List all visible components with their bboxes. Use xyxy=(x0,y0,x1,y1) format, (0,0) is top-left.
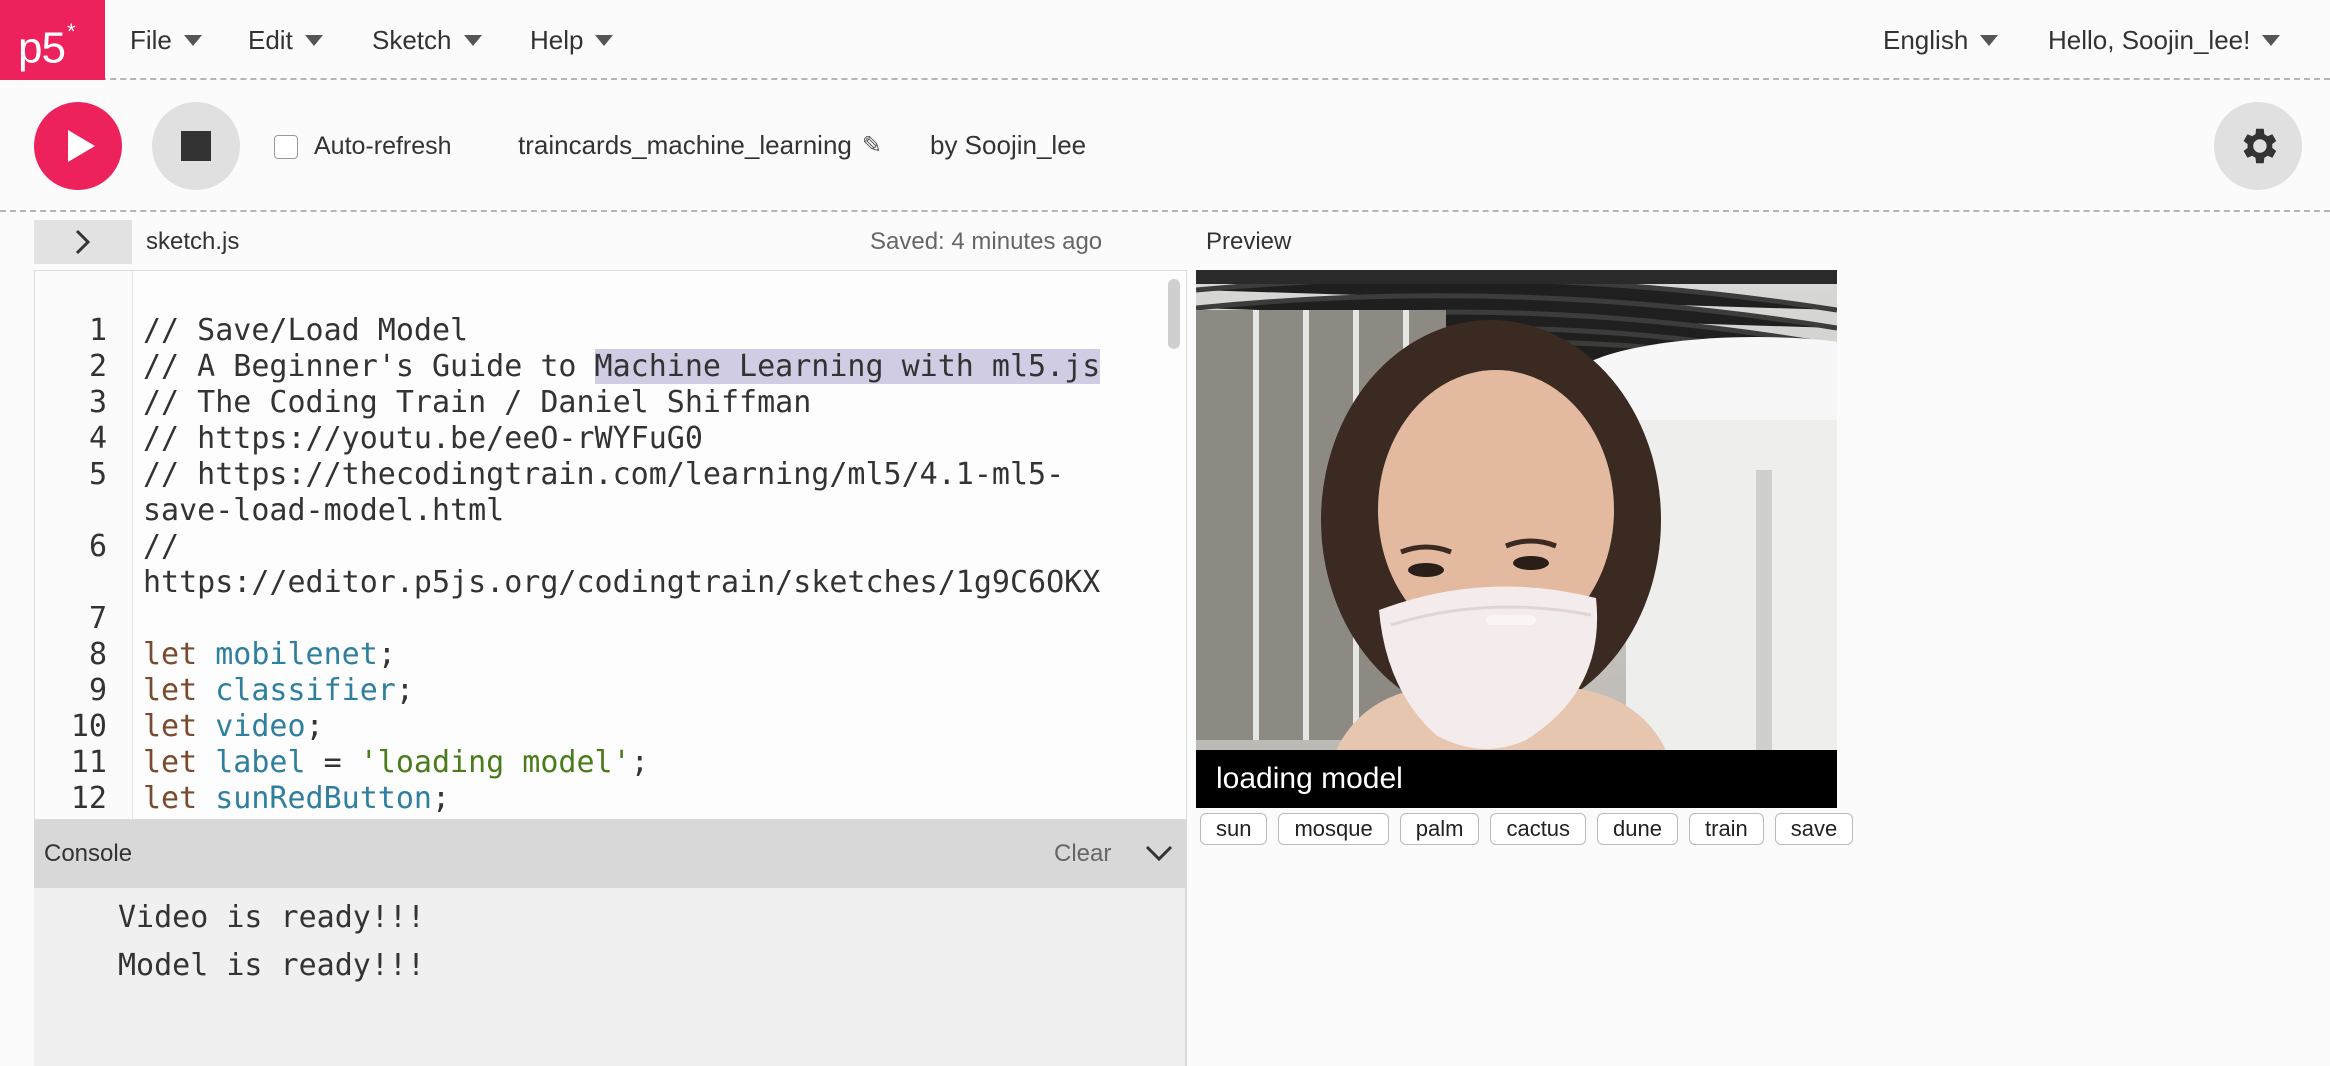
code-line: 8 let mobilenet; xyxy=(35,637,1186,673)
code-line: https://editor.p5js.org/codingtrain/sket… xyxy=(35,565,1186,601)
code-line: 1 // Save/Load Model xyxy=(35,313,1186,349)
caret-down-icon xyxy=(463,34,482,46)
code-line: 2 // A Beginner's Guide to Machine Learni… xyxy=(35,349,1186,385)
preview-title: Preview xyxy=(1206,228,1292,255)
caret-down-icon xyxy=(304,34,323,46)
line-code: let classifier; xyxy=(143,673,414,708)
code-line: 10 let video; xyxy=(35,709,1186,745)
sidebar-toggle-button[interactable] xyxy=(34,220,132,264)
console-message: Video is ready!!! xyxy=(118,900,426,935)
menu-sketch[interactable]: Sketch xyxy=(372,0,482,80)
webcam-video xyxy=(1196,270,1837,750)
code-line: save-load-model.html xyxy=(35,493,1186,529)
line-code: let sunRedButton; xyxy=(143,781,451,816)
line-code: save-load-model.html xyxy=(143,493,505,528)
code-line: 4 // https://youtu.be/eeO-rWYFuG0 xyxy=(35,421,1186,457)
webcam-image xyxy=(1196,270,1837,750)
dune-button[interactable]: dune xyxy=(1597,813,1678,845)
user-menu[interactable]: Hello, Soojin_lee! xyxy=(2048,0,2281,80)
code-line: 7 xyxy=(35,601,1186,637)
code-line: 11 let label = 'loading model'; xyxy=(35,745,1186,781)
auto-refresh-checkbox[interactable] xyxy=(274,134,298,159)
line-number: 3 xyxy=(88,385,107,420)
chevron-down-icon xyxy=(1145,845,1173,862)
menu-file[interactable]: File xyxy=(130,0,202,80)
line-code: // Save/Load Model xyxy=(143,313,469,348)
line-number: 8 xyxy=(88,637,107,672)
line-number: 1 xyxy=(88,313,107,348)
language-menu[interactable]: English xyxy=(1883,0,1999,80)
console-message: Model is ready!!! xyxy=(118,948,426,983)
line-number: 11 xyxy=(70,745,107,780)
code-line: 3 // The Coding Train / Daniel Shiffman xyxy=(35,385,1186,421)
video-label-caption: loading model xyxy=(1196,750,1837,808)
line-number: 6 xyxy=(88,529,107,564)
line-number: 2 xyxy=(88,349,107,384)
line-code: let label = 'loading model'; xyxy=(143,745,649,780)
line-code: // xyxy=(143,529,180,564)
top-nav: p5* File Edit Sketch Help English Hello,… xyxy=(0,0,2330,80)
line-code: let video; xyxy=(143,709,324,744)
line-number: 9 xyxy=(88,673,107,708)
project-owner: by Soojin_lee xyxy=(930,130,1087,160)
code-line: 5 // https://thecodingtrain.com/learning/… xyxy=(35,457,1186,493)
collapse-console-button[interactable] xyxy=(1144,838,1174,873)
pencil-icon[interactable]: ✎ xyxy=(862,131,882,160)
auto-refresh-toggle[interactable]: Auto-refresh xyxy=(274,132,452,161)
line-code: https://editor.p5js.org/codingtrain/sket… xyxy=(143,565,1101,600)
caret-down-icon xyxy=(1980,34,1999,46)
sun-button[interactable]: sun xyxy=(1200,813,1268,845)
code-editor[interactable]: 1 // Save/Load Model 2 // A Beginner's Gui… xyxy=(34,270,1187,820)
line-code: let mobilenet; xyxy=(143,637,396,672)
palm-button[interactable]: palm xyxy=(1399,813,1480,845)
console-header: Console Clear xyxy=(34,820,1187,888)
line-number: 5 xyxy=(88,457,107,492)
settings-button[interactable] xyxy=(2214,102,2302,190)
code-line: 9 let classifier; xyxy=(35,673,1186,709)
line-number: 4 xyxy=(88,421,107,456)
code-lines[interactable]: 1 // Save/Load Model 2 // A Beginner's Gui… xyxy=(35,313,1186,817)
editor-scrollbar[interactable] xyxy=(1168,279,1180,349)
text-selection: Machine Learning with ml5.js xyxy=(594,349,1101,384)
menu-edit[interactable]: Edit xyxy=(248,0,323,80)
cactus-button[interactable]: cactus xyxy=(1490,813,1587,845)
line-number: 12 xyxy=(70,781,107,816)
save-button[interactable]: save xyxy=(1774,813,1854,845)
console-clear-button[interactable]: Clear xyxy=(1054,840,1111,868)
caret-down-icon xyxy=(595,34,614,46)
caret-down-icon xyxy=(2262,34,2281,46)
line-number: 10 xyxy=(70,709,107,744)
stop-button[interactable] xyxy=(152,102,240,190)
console-output: Video is ready!!! Model is ready!!! xyxy=(34,888,1187,1066)
code-line: 12 let sunRedButton; xyxy=(35,781,1186,817)
code-line: 6 // xyxy=(35,529,1186,565)
line-code: // The Coding Train / Daniel Shiffman xyxy=(143,385,812,420)
auto-refresh-label: Auto-refresh xyxy=(314,132,452,160)
train-buttons: sun mosque palm cactus dune train save xyxy=(1200,813,1864,845)
train-button[interactable]: train xyxy=(1689,813,1764,845)
project-name[interactable]: traincards_machine_learning ✎ xyxy=(518,130,882,161)
console-title: Console xyxy=(44,840,133,867)
play-button[interactable] xyxy=(34,102,122,190)
line-number: 7 xyxy=(88,601,107,636)
toolbar: Auto-refresh traincards_machine_learning… xyxy=(0,82,2330,212)
line-code: // https://thecodingtrain.com/learning/m… xyxy=(143,457,1065,492)
line-code: // A Beginner's Guide to Machine Learnin… xyxy=(143,349,1101,384)
file-tab[interactable]: sketch.js xyxy=(146,228,239,256)
caret-down-icon xyxy=(183,34,202,46)
gear-icon xyxy=(2243,128,2277,164)
line-code: // https://youtu.be/eeO-rWYFuG0 xyxy=(143,421,703,456)
p5-logo[interactable]: p5* xyxy=(0,0,105,80)
save-status: Saved: 4 minutes ago xyxy=(870,228,1103,255)
menu-help[interactable]: Help xyxy=(530,0,614,80)
chevron-right-icon xyxy=(75,229,91,255)
mosque-button[interactable]: mosque xyxy=(1278,813,1389,845)
